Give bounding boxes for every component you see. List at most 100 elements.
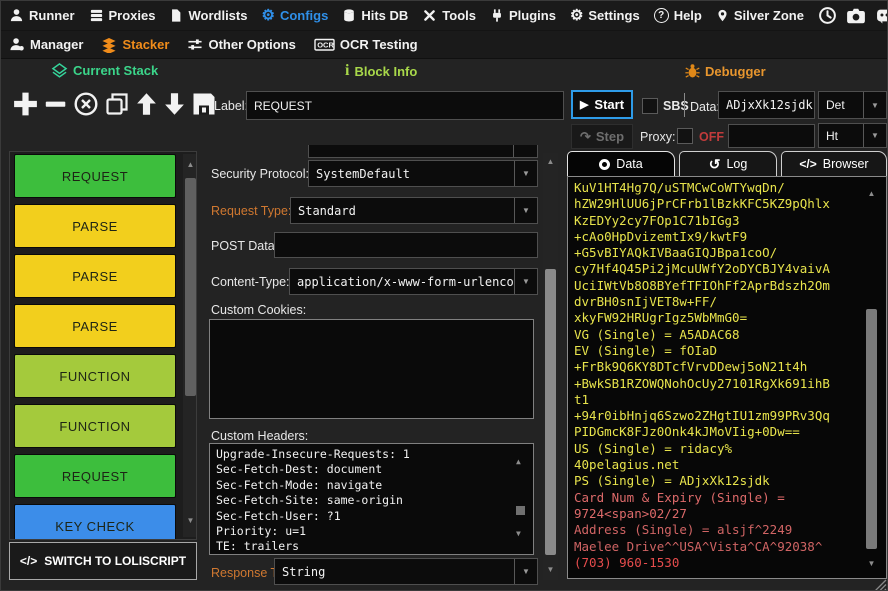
menu-tools[interactable]: Tools: [422, 8, 476, 23]
menu-silver-zone[interactable]: Silver Zone: [716, 8, 804, 23]
console-scroll-thumb[interactable]: [866, 309, 877, 549]
remove-block-button[interactable]: [43, 89, 69, 119]
custom-headers-textarea[interactable]: Upgrade-Insecure-Requests: 1 Sec-Fetch-D…: [209, 443, 534, 555]
stack-block[interactable]: PARSE: [14, 254, 176, 298]
block-label-value: REQUEST: [254, 99, 312, 113]
menu-settings[interactable]: ⚙ Settings: [570, 8, 640, 23]
content-type-dropdown[interactable]: application/x-www-form-urlencod ▼: [289, 268, 538, 295]
custom-cookies-label: Custom Cookies:: [211, 303, 306, 317]
stack-block[interactable]: FUNCTION: [14, 404, 176, 448]
menu-plugins-label: Plugins: [509, 8, 556, 23]
step-button[interactable]: ↷ Step: [571, 124, 633, 149]
stack-block[interactable]: REQUEST: [14, 454, 176, 498]
console-scrollbar[interactable]: ▲ ▼: [864, 181, 879, 573]
scroll-down-icon[interactable]: ▼: [864, 559, 879, 568]
scroll-up-icon[interactable]: ▲: [183, 160, 197, 169]
debugger-header: Debugger: [685, 63, 766, 79]
discord-icon[interactable]: [875, 7, 888, 24]
console-line: PS (Single) = ADjxXk12sjdk: [574, 473, 880, 489]
stack-diamond-icon: [51, 63, 68, 78]
menu-help-label: Help: [674, 8, 702, 23]
menu-other-options[interactable]: Other Options: [187, 37, 295, 52]
menu-manager[interactable]: Manager: [9, 37, 83, 52]
post-data-input[interactable]: [274, 232, 538, 258]
tab-log[interactable]: ↺ Log: [679, 151, 777, 176]
response-type-value: String: [275, 559, 514, 584]
menu-configs[interactable]: ⚙ Configs: [261, 8, 328, 23]
custom-headers-label: Custom Headers:: [211, 429, 308, 443]
stack-block[interactable]: PARSE: [14, 304, 176, 348]
svg-text:OCR: OCR: [317, 41, 334, 50]
security-protocol-dropdown[interactable]: SystemDefault ▼: [308, 160, 538, 187]
custom-cookies-textarea[interactable]: [209, 319, 534, 419]
form-scroll-thumb[interactable]: [545, 269, 556, 555]
request-type-dropdown[interactable]: Standard ▼: [290, 197, 538, 224]
stack-block[interactable]: REQUEST: [14, 154, 176, 198]
console-line: hZW29HlUU6jPrCFrb1lBzkKFC5KZ9pQhlx: [574, 196, 880, 212]
browser-code-icon: </>: [799, 157, 816, 171]
history-icon[interactable]: [818, 6, 837, 25]
switch-button-label: SWITCH TO LOLISCRIPT: [44, 554, 186, 568]
console-line: EV (Single) = fOIaD: [574, 343, 880, 359]
debugger-console[interactable]: KuV1HT4Hg7Q/uSTMCwCoWTYwqDn/ hZW29HlUU6j…: [567, 176, 887, 579]
camera-icon[interactable]: [846, 7, 866, 25]
menu-ocr-testing[interactable]: OCR OCR Testing: [314, 37, 418, 52]
clone-block-button[interactable]: [103, 89, 131, 119]
add-block-button[interactable]: [11, 89, 40, 119]
menu-other-options-label: Other Options: [208, 37, 295, 52]
headers-scroll-thumb[interactable]: [516, 506, 525, 515]
console-line: 9724<span>02/27: [574, 506, 880, 522]
menu-hitsdb[interactable]: Hits DB: [342, 8, 408, 23]
move-down-button[interactable]: [162, 89, 187, 119]
stack-panel: REQUEST PARSE PARSE PARSE FUNCTION: [9, 151, 197, 540]
clear-stack-button[interactable]: [72, 89, 100, 119]
headers-scrollbar[interactable]: ▲ ▼: [513, 454, 529, 548]
switch-to-loliscript-button[interactable]: </> SWITCH TO LOLISCRIPT: [9, 542, 197, 580]
debugger-title: Debugger: [705, 64, 766, 79]
menu-manager-label: Manager: [30, 37, 83, 52]
menu-help[interactable]: ? Help: [654, 8, 702, 23]
start-button[interactable]: ▶ Start: [571, 90, 633, 119]
stack-block-label: PARSE: [72, 269, 118, 284]
proxy-input[interactable]: [728, 124, 815, 148]
menu-hitsdb-label: Hits DB: [361, 8, 408, 23]
clipped-dropdown[interactable]: [308, 145, 538, 158]
data-type-value: Det: [819, 92, 863, 118]
scroll-down-icon[interactable]: ▼: [516, 526, 521, 541]
stack-block[interactable]: KEY CHECK: [14, 504, 176, 540]
scroll-down-icon[interactable]: ▼: [183, 516, 197, 525]
scroll-up-icon[interactable]: ▲: [864, 189, 879, 198]
resize-grip[interactable]: [874, 579, 887, 591]
form-scrollbar[interactable]: ▲ ▼: [543, 153, 558, 580]
tab-data[interactable]: Data: [567, 151, 675, 176]
move-up-button[interactable]: [134, 89, 159, 119]
play-icon: ▶: [580, 98, 588, 111]
menu-wordlists-label: Wordlists: [188, 8, 247, 23]
data-type-dropdown[interactable]: Det ▼: [818, 91, 887, 119]
menu-plugins[interactable]: Plugins: [490, 8, 556, 23]
menu-proxies[interactable]: Proxies: [89, 8, 156, 23]
stack-scroll-thumb[interactable]: [185, 178, 196, 396]
block-label-input[interactable]: REQUEST: [246, 91, 564, 120]
stack-block[interactable]: FUNCTION: [14, 354, 176, 398]
stack-scrollbar[interactable]: ▲ ▼: [183, 154, 197, 537]
console-line: Maelee Drive^^USA^Vista^CA^92038^: [574, 539, 880, 555]
menu-stacker[interactable]: Stacker: [101, 37, 169, 53]
debug-data-input[interactable]: ADjxXk12sjdk: [718, 91, 815, 119]
menu-wordlists[interactable]: Wordlists: [169, 8, 247, 23]
scroll-down-icon[interactable]: ▼: [543, 565, 558, 574]
sbs-checkbox[interactable]: [642, 98, 658, 114]
main-menubar: Runner Proxies Wordlists ⚙ Configs Hits …: [1, 1, 887, 31]
proxy-checkbox[interactable]: [677, 128, 693, 144]
menu-runner[interactable]: Runner: [9, 8, 75, 23]
scroll-up-icon[interactable]: ▲: [516, 454, 521, 469]
settings-gear-icon: ⚙: [570, 8, 583, 23]
info-icon: i: [345, 63, 349, 79]
tab-browser[interactable]: </> Browser: [781, 151, 887, 176]
menu-configs-label: Configs: [280, 8, 328, 23]
stack-block[interactable]: PARSE: [14, 204, 176, 248]
proxy-type-dropdown[interactable]: Ht ▼: [818, 123, 887, 148]
response-type-dropdown[interactable]: String ▼: [274, 558, 538, 585]
stack-block-label: PARSE: [72, 319, 118, 334]
scroll-up-icon[interactable]: ▲: [543, 157, 558, 166]
